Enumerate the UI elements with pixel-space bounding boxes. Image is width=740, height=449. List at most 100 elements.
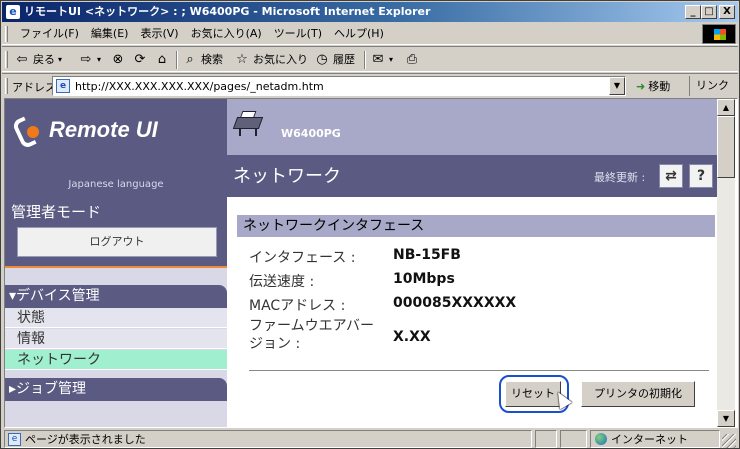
go-label: 移動 (648, 80, 671, 93)
go-arrow-icon: ➜ (636, 79, 646, 93)
help-button[interactable]: ? (689, 164, 713, 188)
row-label: MACアドレス : (249, 298, 346, 314)
page-done-icon: e (8, 433, 21, 446)
refresh-page-icon: ⟳ (134, 52, 146, 67)
mail-button[interactable]: ✉ ▾ (370, 50, 393, 70)
menu-items: ファイル(F) 編集(E) 表示(V) お気に入り(A) ツール(T) ヘルプ(… (14, 23, 390, 45)
maximize-button[interactable]: □ (701, 5, 717, 19)
printer-icon (232, 109, 265, 136)
last-update-label: 最終更新 : (594, 171, 646, 184)
menu-edit[interactable]: 編集(E) (85, 23, 135, 45)
vertical-scrollbar[interactable]: ▲ ▼ (717, 99, 735, 427)
security-zone: インターネット (590, 430, 720, 448)
menu-favorites[interactable]: お気に入り(A) (185, 23, 268, 45)
address-url[interactable]: http://XXX.XXX.XXX.XXX/pages/_netadm.htm (75, 80, 324, 93)
internet-zone-icon (595, 433, 607, 445)
toolbar-grip (5, 51, 8, 68)
address-bar: アドレス(D) e http://XXX.XXX.XXX.XXX/pages/_… (2, 73, 738, 112)
forward-arrow-icon: ⇨ (80, 52, 92, 67)
page-title-bar: ネットワーク 最終更新 : ⇄ ? (227, 155, 717, 197)
back-label: 戻る (33, 53, 55, 66)
ie-icon: e (6, 5, 20, 19)
section-title: ネットワークインタフェース (237, 215, 715, 237)
forward-dropdown-icon[interactable]: ▾ (97, 50, 101, 70)
device-header: W6400PG (227, 99, 717, 155)
menu-tools[interactable]: ツール(T) (268, 23, 328, 45)
print-button[interactable]: ⎙ (404, 50, 420, 70)
windows-logo (702, 24, 736, 44)
toolbar-separator (364, 51, 366, 69)
minimize-button[interactable]: _ (685, 5, 701, 19)
page-content: Remote UI Japanese language 管理者モード ログアウト… (4, 98, 738, 428)
page-icon: e (56, 79, 70, 93)
scroll-up-button[interactable]: ▲ (717, 99, 735, 116)
scroll-down-button[interactable]: ▼ (717, 410, 735, 427)
search-label: 検索 (201, 53, 223, 66)
favorites-label: お気に入り (253, 53, 308, 66)
mail-icon: ✉ (372, 52, 384, 67)
sidebar-item-network[interactable]: ネットワーク (5, 350, 227, 370)
address-input[interactable]: e http://XXX.XXX.XXX.XXX/pages/_netadm.h… (52, 76, 626, 96)
stop-button[interactable]: ⊗ (110, 50, 126, 70)
standard-toolbar: ⇦ 戻る ▾ ⇨ ▾ ⊗ ⟳ ⌂ ⌕ 検索 ☆ お気に入り ◷ 履歴 ✉ ▾ ⎙ (2, 46, 738, 72)
address-dropdown-icon[interactable]: ▼ (609, 77, 625, 95)
info-row-firmware: ファームウエアバージョン : X.XX (249, 317, 649, 357)
history-button[interactable]: ◷ 履歴 (314, 50, 355, 70)
device-model: W6400PG (281, 127, 341, 140)
go-button[interactable]: ➜ 移動 (636, 78, 670, 94)
home-button[interactable]: ⌂ (154, 50, 170, 70)
mode-label: 管理者モード (11, 203, 102, 221)
history-icon: ◷ (316, 52, 328, 67)
history-label: 履歴 (333, 53, 355, 66)
remote-ui-logo: Remote UI (15, 113, 158, 147)
window-controls: _ □ X (685, 5, 735, 19)
links-button[interactable]: リンク » (689, 76, 738, 112)
search-button[interactable]: ⌕ 検索 (182, 50, 223, 70)
nav-group-job[interactable]: ▸ジョブ管理 (5, 378, 227, 401)
favorites-icon: ☆ (236, 52, 248, 67)
row-label: ファームウエアバージョン : (249, 318, 375, 352)
resize-grip[interactable] (722, 434, 736, 448)
printer-init-button[interactable]: プリンタの初期化 (581, 381, 695, 407)
close-button[interactable]: X (719, 5, 735, 19)
menu-view[interactable]: 表示(V) (134, 23, 184, 45)
menu-help[interactable]: ヘルプ(H) (328, 23, 390, 45)
favorites-button[interactable]: ☆ お気に入り (234, 50, 308, 70)
logo-text: Remote UI (49, 117, 158, 142)
nav-group-device[interactable]: ▾デバイス管理 (5, 285, 227, 308)
row-label: インタフェース : (249, 250, 356, 266)
status-message-panel: e ページが表示されました (4, 430, 532, 448)
sidebar-item-info[interactable]: 情報 (5, 329, 227, 349)
logout-button[interactable]: ログアウト (17, 227, 217, 257)
remote-ui-logo-icon (15, 116, 41, 144)
sidebar-item-status[interactable]: 状態 (5, 308, 227, 328)
section-divider (249, 370, 709, 371)
browser-window: e リモートUI <ネットワーク> : ; W6400PG - Microsof… (0, 0, 740, 449)
refresh-icon: ⇄ (665, 168, 677, 184)
info-row-mac: MACアドレス : 000085XXXXXX (249, 295, 649, 315)
row-value: X.XX (393, 329, 431, 345)
refresh-page-button[interactable]: ⟳ (132, 50, 148, 70)
page-title: ネットワーク (233, 166, 341, 187)
toolbar-separator (176, 51, 178, 69)
title-bar: e リモートUI <ネットワーク> : ; W6400PG - Microsof… (2, 2, 738, 22)
home-icon: ⌂ (157, 52, 167, 67)
menu-file[interactable]: ファイル(F) (14, 23, 85, 45)
back-button[interactable]: ⇦ 戻る ▾ (14, 50, 62, 70)
nav-menu: ▾デバイス管理 状態 情報 ネットワーク ▸ジョブ管理 (5, 268, 227, 427)
left-navigation: Remote UI Japanese language 管理者モード ログアウト… (5, 99, 227, 427)
back-arrow-icon: ⇦ (16, 52, 28, 67)
status-cell (535, 430, 557, 448)
address-grip (5, 78, 8, 94)
scroll-thumb[interactable] (717, 116, 735, 178)
refresh-button[interactable]: ⇄ (659, 164, 683, 188)
mail-dropdown-icon[interactable]: ▾ (389, 50, 393, 70)
forward-button[interactable]: ⇨ ▾ (78, 50, 101, 70)
zone-label: インターネット (611, 433, 688, 446)
language-link[interactable]: Japanese language (5, 179, 227, 190)
windows-flag-icon (714, 29, 726, 40)
status-cell (560, 430, 587, 448)
back-dropdown-icon[interactable]: ▾ (58, 50, 62, 70)
menu-bar: ファイル(F) 編集(E) 表示(V) お気に入り(A) ツール(T) ヘルプ(… (2, 23, 738, 45)
row-value: 000085XXXXXX (393, 295, 517, 311)
